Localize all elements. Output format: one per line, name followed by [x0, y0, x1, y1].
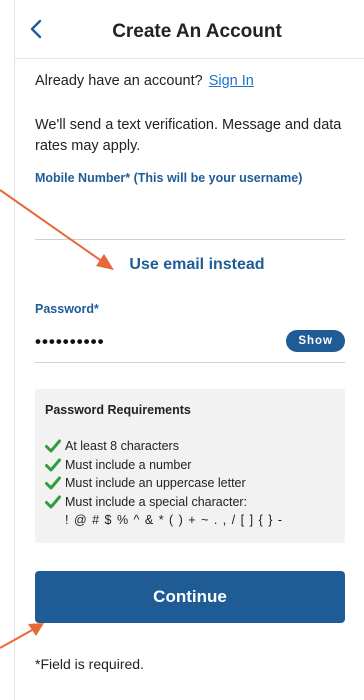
sms-notice: We'll send a text verification. Message … — [35, 117, 342, 154]
requirement-text: At least 8 characters — [65, 439, 179, 453]
account-prompt-text: Already have an account? — [35, 73, 203, 89]
required-field-note: *Field is required. — [35, 656, 144, 672]
list-item: Must include an uppercase letter — [45, 474, 335, 493]
password-label: Password* — [35, 302, 99, 316]
requirement-text: Must include a number — [65, 457, 192, 472]
continue-button[interactable]: Continue — [35, 571, 345, 623]
requirement-text: Must include a special character: — [65, 494, 248, 509]
use-email-instead-link[interactable]: Use email instead — [35, 256, 345, 274]
password-field[interactable]: •••••••••• Show — [35, 330, 345, 363]
account-prompt: Already have an account? Sign In — [35, 73, 345, 89]
password-requirements-title: Password Requirements — [45, 403, 191, 417]
checkmark-icon — [45, 458, 61, 471]
list-item: At least 8 characters — [45, 437, 335, 456]
password-requirements-box: Password Requirements At least 8 charact… — [35, 389, 345, 543]
page-title: Create An Account — [112, 21, 282, 42]
header-bar: Create An Account — [15, 0, 364, 59]
requirement-text: Must include an uppercase letter — [65, 476, 246, 490]
requirements-list: At least 8 characters Must include a num… — [45, 437, 335, 511]
password-value[interactable]: •••••••••• — [35, 332, 105, 351]
mobile-number-label: Mobile Number* (This will be your userna… — [35, 171, 303, 185]
checkmark-icon — [45, 439, 61, 453]
checkmark-icon — [45, 476, 61, 490]
checkmark-icon — [45, 495, 61, 508]
sign-in-link[interactable]: Sign In — [209, 73, 254, 89]
list-item: Must include a number — [45, 456, 335, 475]
list-item: Must include a special character: — [45, 493, 335, 512]
show-password-button[interactable]: Show — [286, 330, 345, 352]
special-characters: ! @ # $ % ^ & * ( ) + ~ . , / [ ] { } - — [65, 513, 284, 527]
form-content: Already have an account? Sign In We'll s… — [15, 73, 364, 672]
phone-screen: Create An Account Already have an accoun… — [14, 0, 364, 700]
mobile-number-input[interactable] — [35, 207, 345, 240]
